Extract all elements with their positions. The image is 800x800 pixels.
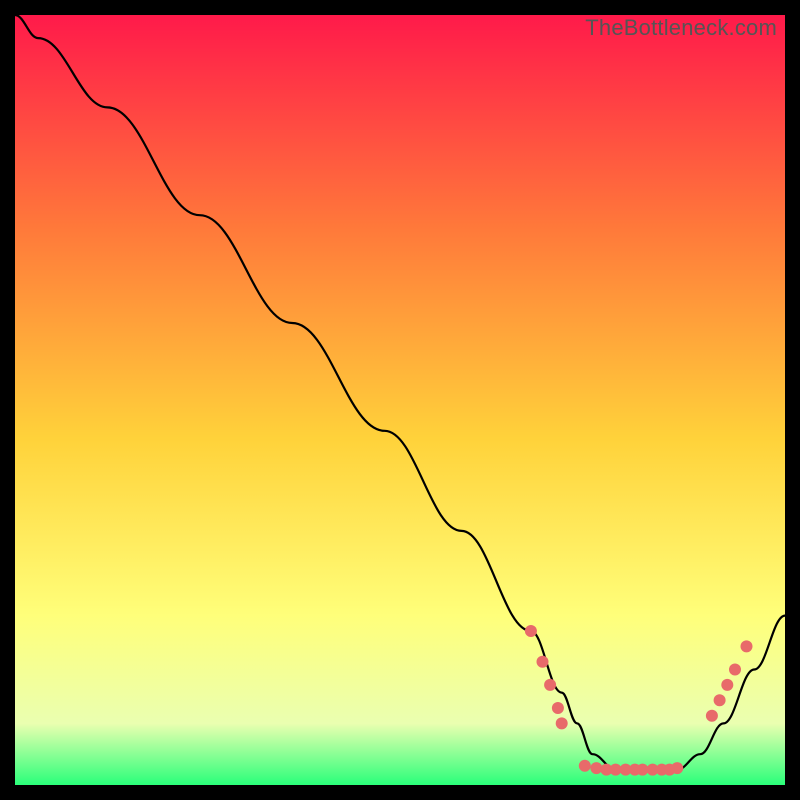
marker-dot <box>525 625 537 637</box>
marker-dot <box>552 702 564 714</box>
marker-dot <box>729 664 741 676</box>
gradient-background <box>15 15 785 785</box>
marker-dot <box>741 640 753 652</box>
marker-dot <box>579 760 591 772</box>
marker-dot <box>671 762 683 774</box>
marker-dot <box>706 710 718 722</box>
watermark-text: TheBottleneck.com <box>585 15 777 41</box>
marker-dot <box>556 717 568 729</box>
marker-dot <box>714 694 726 706</box>
bottleneck-chart <box>15 15 785 785</box>
marker-dot <box>537 656 549 668</box>
marker-dot <box>721 679 733 691</box>
marker-dot <box>544 679 556 691</box>
chart-frame: TheBottleneck.com <box>15 15 785 785</box>
